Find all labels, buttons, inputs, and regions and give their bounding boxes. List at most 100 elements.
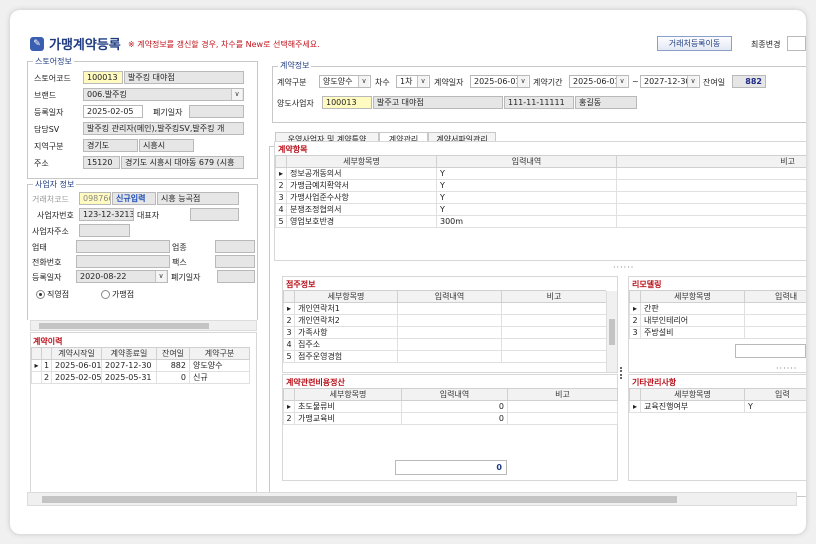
address-field[interactable]: 경기도 시흥시 대야동 679 (시흥 [121,156,244,169]
splitter-handle[interactable]: ······ [613,263,634,272]
table-row[interactable]: ▸ 교육진행여부 Y [629,400,806,413]
table-row[interactable]: ▸ 1 2025-06-01 2027-12-30 882 양도양수 [31,359,250,372]
business-info-title: 사업자 정보 [33,179,77,190]
col-cost-value: 입력내역 [401,388,508,401]
col-item-note: 비고 [616,155,806,168]
move-partner-button[interactable]: 거래처등록이동 [657,36,732,51]
kind-select[interactable]: 양도양수 [319,75,371,88]
renewal-notice: ※ 계약정보를 갱신할 경우, 차수를 New로 선택해주세요. [128,40,320,49]
period-start-field[interactable]: 2025-06-01 [569,75,629,88]
last-changed-label: 최종변경 [751,40,781,49]
biz-close-date-label: 폐기일자 [171,273,201,282]
table-row[interactable]: ▸ 간판 [629,302,806,315]
table-row[interactable]: ▸ 정보공개동의서 Y [275,167,806,180]
col-kind: 계약구분 [189,347,250,360]
remain-field: 882 [732,75,766,88]
brand-select[interactable]: 006.발주킹 [83,88,244,101]
contract-history-title: 계약이력 [33,337,63,346]
radio-franchise[interactable]: 가맹점 [101,289,134,300]
close-date-field[interactable] [189,105,244,118]
biz-close-date-field[interactable] [217,270,255,283]
owner-vscroll-thumb[interactable] [609,319,615,345]
col-etc-value: 입력 [744,388,806,401]
last-changed-field[interactable] [787,36,806,51]
left-hscroll-thumb[interactable] [39,323,209,329]
store-code-field[interactable]: 100013 [83,71,123,84]
col-remain: 잔여일 [156,347,190,360]
contract-date-label: 계약일자 [434,78,464,87]
table-row[interactable]: 2 2025-02-05 2025-05-31 0 신규 [31,371,250,384]
table-row[interactable]: ▸ 개인연락처1 [283,302,606,315]
phone-field[interactable] [76,255,170,268]
col-cost-note: 비고 [507,388,618,401]
fax-field[interactable] [215,255,255,268]
col-item-name: 세부항목명 [286,155,437,168]
biz-address-label: 사업자주소 [32,227,69,236]
transferor-code-field[interactable]: 100013 [322,96,372,109]
table-row[interactable]: 2 가맹금예치확약서 Y [275,179,806,192]
remodeling-total [735,344,806,358]
round-select[interactable]: 1차 [396,75,430,88]
partner-name-field: 시흥 능곡점 [157,192,239,205]
owner-vscroll[interactable] [606,291,617,372]
store-name-field: 발주킹 대야점 [124,71,244,84]
left-hscroll[interactable] [30,320,257,331]
ceo-label: 대표자 [137,211,160,220]
table-row[interactable]: 5 점주운영경험 [283,350,606,363]
main-hscroll[interactable] [27,492,797,506]
cost-table: 세부항목명 입력내역 비고 ▸ 초도물류비 0 2 가맹교육비 0 [283,388,618,425]
region2-field[interactable]: 시흥시 [139,139,194,152]
store-code-label: 스토어코드 [34,74,71,83]
category-label: 업종 [172,243,187,252]
table-row[interactable]: ▸ 초도물류비 0 [283,400,618,413]
table-row[interactable]: 2 개인연락처2 [283,314,606,327]
transferor-bizno-field: 111-11-11111 [504,96,574,109]
table-row[interactable]: 2 가맹교육비 0 [283,412,618,425]
transferor-name-field: 발주고 대야점 [373,96,503,109]
remodel-splitter[interactable]: ······ [776,364,797,373]
table-row[interactable]: 3 가맹사업준수사항 Y [275,191,806,204]
address-label: 주소 [34,159,49,168]
biz-no-label: 사업자번호 [37,211,74,220]
contract-date-field[interactable]: 2025-06-01 [470,75,530,88]
store-info-title: 스토어정보 [33,56,74,67]
main-hscroll-thumb[interactable] [42,496,677,503]
transferor-label: 양도사업자 [277,99,314,108]
biz-reg-date-field[interactable]: 2020-08-22 [76,270,168,283]
pencil-icon: ✎ [30,36,44,51]
col-start: 계약시작일 [51,347,102,360]
col-remodel-value: 입력내 [744,290,806,303]
close-date-label: 폐기일자 [153,108,183,117]
table-row[interactable]: 2 내부인테리어 [629,314,806,327]
radio-direct[interactable]: 직영점 [36,289,69,300]
reg-date-field[interactable]: 2025-02-05 [83,105,143,118]
type-field[interactable] [76,240,170,253]
remodeling-title: 리모델링 [632,280,662,289]
category-field[interactable] [215,240,255,253]
table-row[interactable]: 4 집주소 [283,338,606,351]
contract-history-table: 계약시작일 계약종료일 잔여일 계약구분 ▸ 1 2025-06-01 2027… [31,347,250,384]
biz-address-field[interactable] [79,224,130,237]
new-input-button[interactable]: 신규입력 [112,192,156,205]
zip-field[interactable]: 15120 [83,156,120,169]
col-end: 계약종료일 [101,347,157,360]
radio-franchise-dot[interactable] [101,290,110,299]
region1-field[interactable]: 경기도 [83,139,138,152]
etc-table: 세부항목명 입력 ▸ 교육진행여부 Y [629,388,806,413]
table-row[interactable]: 4 분쟁조정협의서 Y [275,203,806,216]
table-row[interactable]: 3 가족사항 [283,326,606,339]
period-end-field[interactable]: 2027-12-30 [640,75,700,88]
biz-no-field[interactable]: 123-12-3213 [79,208,134,221]
partner-code-field[interactable]: 098766 [79,192,111,205]
remodeling-table: 세부항목명 입력내 ▸ 간판 2 내부인테리어 3 주방설비 [629,290,806,339]
vertical-splitter[interactable] [620,367,623,379]
ceo-field[interactable] [190,208,239,221]
sv-field[interactable]: 발주킹 관리자(메인),발주킹SV,발주킹 개 [83,122,244,135]
owner-info-table: 세부항목명 입력내역 비고 ▸ 개인연락처1 2 개인연락처2 3 가족사항 4 집주소… [283,290,606,363]
col-owner-value: 입력내역 [397,290,502,303]
col-owner-note: 비고 [501,290,606,303]
table-row[interactable]: 5 영업보호반경 300m [275,215,806,228]
radio-direct-dot[interactable] [36,290,45,299]
table-row[interactable]: 3 주방설비 [629,326,806,339]
etc-title: 기타관리사항 [632,378,677,387]
